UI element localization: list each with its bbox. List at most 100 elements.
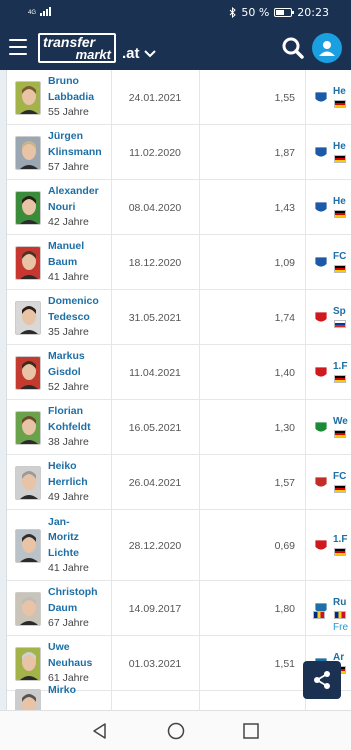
coach-name-part: Moritz (48, 531, 79, 543)
table-row[interactable]: Heiko Herrlich 49 Jahre 26.04.2021 1,57 FC (7, 455, 351, 510)
germany-flag-icon (334, 99, 346, 108)
appointment-date: 01.03.2021 (128, 657, 182, 670)
coach-name-link[interactable]: Jan- Moritz Lichte (48, 515, 110, 562)
coach-photo[interactable] (15, 410, 41, 445)
club-crest-icon[interactable] (313, 539, 329, 553)
transfermarkt-logo[interactable]: transfer markt (38, 33, 116, 63)
coach-photo[interactable] (15, 465, 41, 500)
coach-photo[interactable] (15, 190, 41, 225)
user-account-button[interactable] (312, 33, 342, 63)
coach-name-cell: Manuel Baum 41 Jahre (48, 239, 110, 286)
table-row[interactable]: Alexander Nouri 42 Jahre 08.04.2020 1,43 He (7, 180, 351, 235)
coach-name-cell: Florian Kohfeldt 38 Jahre (48, 404, 110, 451)
table-row[interactable]: Bruno Labbadia 55 Jahre 24.01.2021 1,55 He (7, 70, 351, 125)
table-row[interactable]: Domenico Tedesco 35 Jahre 31.05.2021 1,74 Sp (7, 290, 351, 345)
table-row[interactable]: Jürgen Klinsmann 57 Jahre 11.02.2020 1,87 He (7, 125, 351, 180)
coach-name-link[interactable]: Bruno Labbadia (48, 74, 110, 105)
club-name-link[interactable]: Ru (333, 597, 346, 608)
coach-name-part: Tedesco (48, 310, 90, 323)
coach-photo[interactable] (15, 300, 41, 335)
coach-photo[interactable] (15, 528, 41, 563)
coach-name-link[interactable]: Jürgen Klinsmann (48, 129, 110, 160)
coach-name-cell: Mirko (48, 683, 110, 699)
logo-line-2: markt (75, 47, 111, 62)
domain-selector[interactable]: .at (122, 45, 156, 62)
table-row[interactable]: Christoph Daum 67 Jahre 14.09.2017 1,80 Ru Fre (7, 581, 351, 636)
coach-name-part: Heiko (48, 460, 77, 473)
column-divider (111, 691, 112, 710)
column-divider (305, 125, 306, 179)
user-icon (319, 41, 335, 56)
coach-name-part: Florian (48, 405, 84, 418)
coach-name-link[interactable]: Heiko Herrlich (48, 459, 110, 490)
coach-photo[interactable] (15, 245, 41, 280)
club-name-link[interactable]: Sp (333, 306, 346, 317)
club-name-link[interactable]: He (333, 141, 346, 152)
coach-name-cell: Markus Gisdol 52 Jahre (48, 349, 110, 396)
coach-photo[interactable] (15, 135, 41, 170)
germany-flag-icon (334, 484, 346, 493)
app-header: transfer markt .at (0, 26, 351, 70)
club-name-link[interactable]: 1.F (333, 534, 347, 545)
coach-name-link[interactable]: Mirko (48, 683, 110, 699)
club-name-link[interactable]: He (333, 86, 346, 97)
romania-flag-icon (313, 610, 325, 619)
table-row[interactable]: Mirko (7, 684, 351, 710)
coach-photo[interactable] (15, 646, 41, 681)
coach-name-part: Daum (48, 601, 78, 614)
club-crest-icon[interactable] (313, 91, 329, 105)
coach-name-link[interactable]: Uwe Neuhaus (48, 640, 110, 671)
club-name-link[interactable]: FC (333, 251, 346, 262)
coach-name-part: Markus (48, 350, 85, 363)
club-crest-icon[interactable] (313, 366, 329, 380)
table-row[interactable]: Markus Gisdol 52 Jahre 11.04.2021 1,40 1.F (7, 345, 351, 400)
coach-name-link[interactable]: Markus Gisdol (48, 349, 110, 380)
club-name-link[interactable]: FC (333, 471, 346, 482)
appointment-date: 31.05.2021 (128, 311, 182, 324)
column-divider (305, 581, 306, 635)
coach-name-part: Jan- (48, 515, 70, 528)
column-divider (199, 691, 200, 710)
coach-photo[interactable] (15, 355, 41, 390)
coach-photo[interactable] (15, 591, 41, 626)
menu-icon[interactable] (9, 39, 27, 55)
club-crest-icon[interactable] (313, 421, 329, 435)
club-crest-icon[interactable] (313, 476, 329, 490)
coach-age: 52 Jahre (48, 381, 89, 394)
club-crest-icon[interactable] (313, 311, 329, 325)
coach-photo[interactable] (15, 80, 41, 115)
share-button[interactable] (303, 661, 341, 699)
coach-name-link[interactable]: Christoph Daum (48, 585, 110, 616)
club-extra-label[interactable]: Fre (333, 622, 348, 633)
coach-photo[interactable] (15, 689, 41, 710)
points-per-match: 1,55 (274, 91, 295, 104)
table-row[interactable]: Florian Kohfeldt 38 Jahre 16.05.2021 1,30 We (7, 400, 351, 455)
coach-name-cell: Domenico Tedesco 35 Jahre (48, 294, 110, 341)
club-crest-icon[interactable] (313, 146, 329, 160)
club-name-link[interactable]: He (333, 196, 346, 207)
coach-name-link[interactable]: Manuel Baum (48, 239, 110, 270)
coach-name-part: Labbadia (48, 90, 95, 103)
coach-name-part: Manuel (48, 240, 85, 253)
recents-icon[interactable] (241, 721, 261, 741)
points-per-match: 1,74 (274, 311, 295, 324)
table-row[interactable]: Manuel Baum 41 Jahre 18.12.2020 1,09 FC (7, 235, 351, 290)
club-crest-icon[interactable] (313, 201, 329, 215)
domain-label: .at (122, 45, 140, 62)
coach-name-link[interactable]: Alexander Nouri (48, 184, 110, 215)
home-icon[interactable] (166, 721, 186, 741)
appointment-date: 14.09.2017 (128, 602, 182, 615)
coach-name-link[interactable]: Domenico Tedesco (48, 294, 110, 325)
coach-age: 38 Jahre (48, 436, 89, 449)
club-crest-icon[interactable] (313, 256, 329, 270)
coach-name-part: Klinsmann (48, 145, 102, 158)
search-icon[interactable] (282, 37, 304, 59)
coach-name-part: Herrlich (48, 475, 88, 488)
column-divider (305, 455, 306, 509)
column-divider (305, 70, 306, 124)
coach-name-link[interactable]: Florian Kohfeldt (48, 404, 110, 435)
table-row[interactable]: Jan- Moritz Lichte 41 Jahre 28.12.2020 0,69 1.… (7, 510, 351, 581)
club-name-link[interactable]: 1.F (333, 361, 347, 372)
back-icon[interactable] (90, 721, 110, 741)
club-name-link[interactable]: We (333, 416, 348, 427)
